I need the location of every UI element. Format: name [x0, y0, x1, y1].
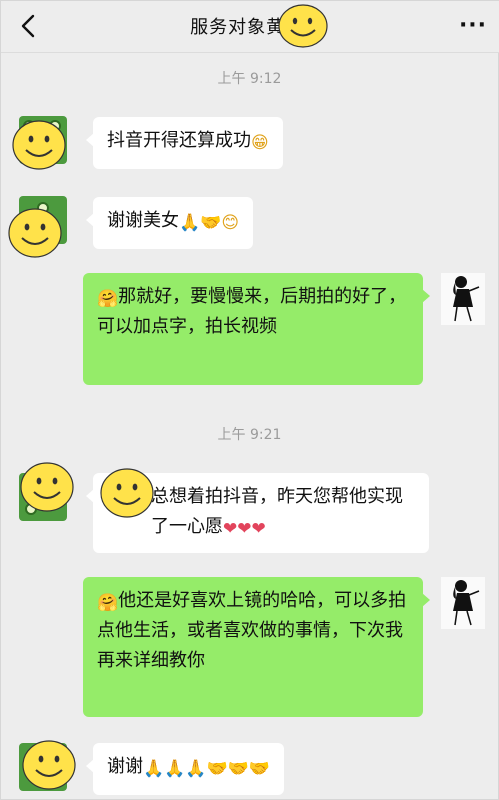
heart-emoji-icon: ❤❤❤ [223, 519, 266, 539]
timestamp: 上午 9:12 [217, 71, 282, 87]
message-bubble[interactable]: 谢谢🙏🙏🙏🤝🤝🤝 [85, 743, 285, 795]
more-options-button[interactable]: ··· [458, 13, 488, 39]
timestamp: 上午 9:21 [217, 427, 282, 443]
smiley-sticker-icon [8, 208, 62, 258]
message-text: 抖音开得还算成功 [107, 130, 251, 151]
pray-handshake-emoji-icon: 🙏🙏🙏🤝🤝🤝 [143, 759, 271, 779]
smiley-sticker-icon [20, 462, 74, 512]
message-bubble[interactable]: 🤗那就好，要慢慢来，后期拍的好了，可以加点字，拍长视频 [83, 273, 430, 385]
message-text: 那就好，要慢慢来，后期拍的好了，可以加点字，拍长视频 [97, 286, 407, 337]
chat-header: 服务对象黄 妮 ··· [1, 1, 499, 53]
self-avatar[interactable] [441, 273, 485, 325]
hug-emoji-icon: 🤗 [97, 289, 119, 309]
smiley-sticker-icon [12, 120, 66, 170]
chat-screen: 服务对象黄 妮 ··· 上午 9:12 抖音开得还算成功😁 谢谢美女🙏🤝😊 🤗那… [0, 0, 499, 800]
smiley-sticker-icon [278, 4, 328, 48]
hug-emoji-icon: 🤗 [97, 593, 119, 613]
message-bubble[interactable]: 🤗他还是好喜欢上镜的哈哈，可以多拍点他生活，或者喜欢做的事情，下次我再来详细教你 [83, 577, 430, 717]
more-dots-icon: ··· [458, 13, 488, 38]
girl-figure-icon [453, 580, 480, 626]
pray-handshake-smile-emoji-icon: 🙏🤝😊 [179, 213, 240, 233]
smiley-sticker-icon [22, 740, 76, 790]
self-avatar[interactable] [441, 577, 485, 629]
message-text: 谢谢美女 [107, 210, 179, 231]
message-bubble[interactable]: 抖音开得还算成功😁 [86, 117, 283, 169]
grin-emoji-icon: 😁 [251, 133, 269, 153]
message-text: 他还是好喜欢上镜的哈哈，可以多拍点他生活，或者喜欢做的事情，下次我再来详细教你 [97, 590, 407, 671]
message-text: 总想着拍抖音，昨天您帮他实现了一心愿 [151, 486, 403, 537]
message-text: 谢谢 [107, 756, 143, 777]
message-bubble[interactable]: 谢谢美女🙏🤝😊 [85, 197, 254, 249]
smiley-sticker-icon [100, 468, 154, 518]
chat-title: 服务对象黄 妮 [190, 17, 311, 38]
girl-figure-icon [453, 276, 480, 322]
